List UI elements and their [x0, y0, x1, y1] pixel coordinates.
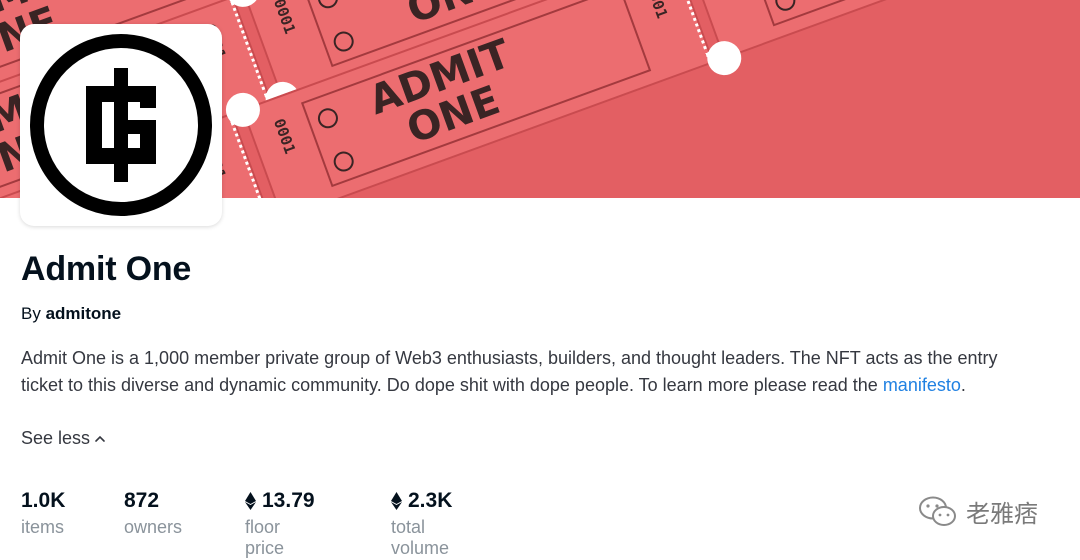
watermark: 老雅痞 — [918, 494, 1038, 529]
stat-floor-price[interactable]: 13.79 floor price — [245, 487, 315, 559]
ethereum-icon — [245, 492, 256, 510]
chevron-up-icon — [95, 435, 105, 442]
stat-total-volume[interactable]: 2.3K total volume — [391, 487, 452, 559]
stat-label: floor price — [245, 517, 285, 558]
stat-items[interactable]: 1.0K items — [21, 487, 65, 538]
manifesto-link[interactable]: manifesto — [883, 375, 961, 395]
stat-label: owners — [124, 517, 183, 537]
stat-owners[interactable]: 872 owners — [124, 487, 182, 538]
stat-value: 13.79 — [262, 489, 315, 512]
gmoney-logo-icon — [30, 34, 212, 216]
creator-link[interactable]: admitone — [46, 304, 122, 323]
see-less-label: See less — [21, 428, 91, 448]
ticket-image: 0001 ADMITONE 0001 — [683, 0, 1080, 80]
description-end: . — [960, 375, 966, 395]
stat-label: items — [21, 517, 65, 537]
collection-title: Admit One — [21, 250, 192, 288]
ethereum-icon — [391, 492, 402, 510]
collection-description: Admit One is a 1,000 member private grou… — [21, 345, 1031, 399]
stat-value: 872 — [124, 489, 160, 512]
stat-value: 2.3K — [408, 489, 453, 512]
see-less-button[interactable]: See less — [21, 428, 106, 449]
wechat-icon — [919, 496, 956, 526]
description-text: Admit One is a 1,000 member private grou… — [21, 348, 998, 395]
collection-logo — [20, 24, 222, 226]
by-label: By — [21, 304, 41, 323]
stat-value: 1.0K — [21, 489, 66, 512]
watermark-text: 老雅痞 — [966, 500, 1038, 528]
stat-label: total volume — [391, 517, 450, 558]
creator-byline: By admitone — [21, 304, 121, 324]
